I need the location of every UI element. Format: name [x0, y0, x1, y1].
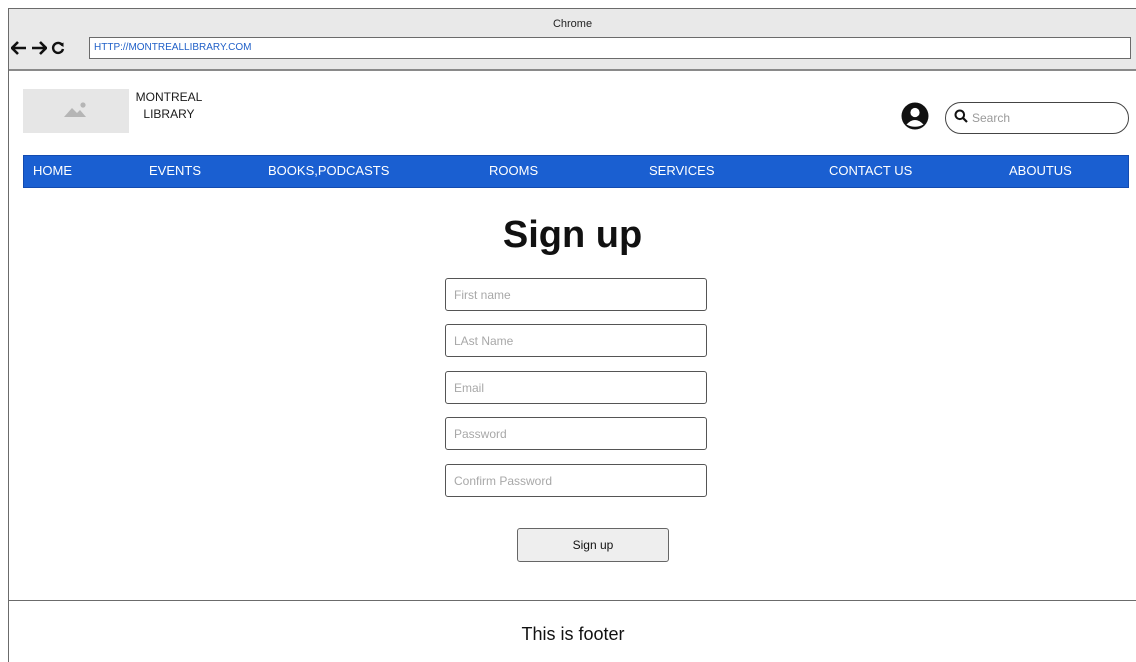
image-icon: [63, 100, 89, 123]
search-input[interactable]: [972, 111, 1112, 125]
nav-item-services[interactable]: SERVICES: [649, 156, 715, 187]
nav-item-books-podcasts[interactable]: BOOKS,PODCASTS: [268, 156, 389, 187]
nav-item-rooms[interactable]: ROOMS: [489, 156, 538, 187]
nav-item-about-us[interactable]: ABOUTUS: [1009, 156, 1072, 187]
page-footer: This is footer: [9, 600, 1136, 662]
nav-item-contact-us[interactable]: CONTACT US: [829, 156, 912, 187]
brand-line-2: LIBRARY: [143, 107, 195, 121]
last-name-field[interactable]: [445, 324, 707, 357]
footer-text: This is footer: [521, 624, 625, 644]
browser-titlebar: Chrome HTTP://MONTREALLIBRARY.COM: [9, 9, 1136, 71]
search-icon: [954, 109, 968, 128]
user-account-icon[interactable]: [901, 102, 929, 130]
forward-arrow-icon[interactable]: [31, 41, 47, 55]
sign-up-button[interactable]: Sign up: [517, 528, 669, 562]
password-field[interactable]: [445, 417, 707, 450]
reload-icon[interactable]: [51, 41, 65, 55]
browser-nav-controls: [11, 38, 65, 58]
back-arrow-icon[interactable]: [11, 41, 27, 55]
url-bar[interactable]: HTTP://MONTREALLIBRARY.COM: [89, 37, 1131, 59]
nav-item-events[interactable]: EVENTS: [149, 156, 201, 187]
confirm-password-field[interactable]: [445, 464, 707, 497]
first-name-field[interactable]: [445, 278, 707, 311]
browser-window: Chrome HTTP://MONTREALLIBRARY.COM MONTRE…: [8, 8, 1136, 662]
page-title: Sign up: [502, 214, 643, 256]
email-field[interactable]: [445, 371, 707, 404]
main-nav-bar: HOME EVENTS BOOKS,PODCASTS ROOMS SERVICE…: [23, 155, 1129, 188]
browser-title: Chrome: [552, 18, 593, 30]
library-brand-name: MONTREAL LIBRARY: [129, 89, 209, 123]
logo-placeholder: [23, 89, 129, 133]
brand-line-1: MONTREAL: [135, 90, 203, 104]
nav-item-home[interactable]: HOME: [33, 156, 72, 187]
search-box[interactable]: [945, 102, 1129, 134]
